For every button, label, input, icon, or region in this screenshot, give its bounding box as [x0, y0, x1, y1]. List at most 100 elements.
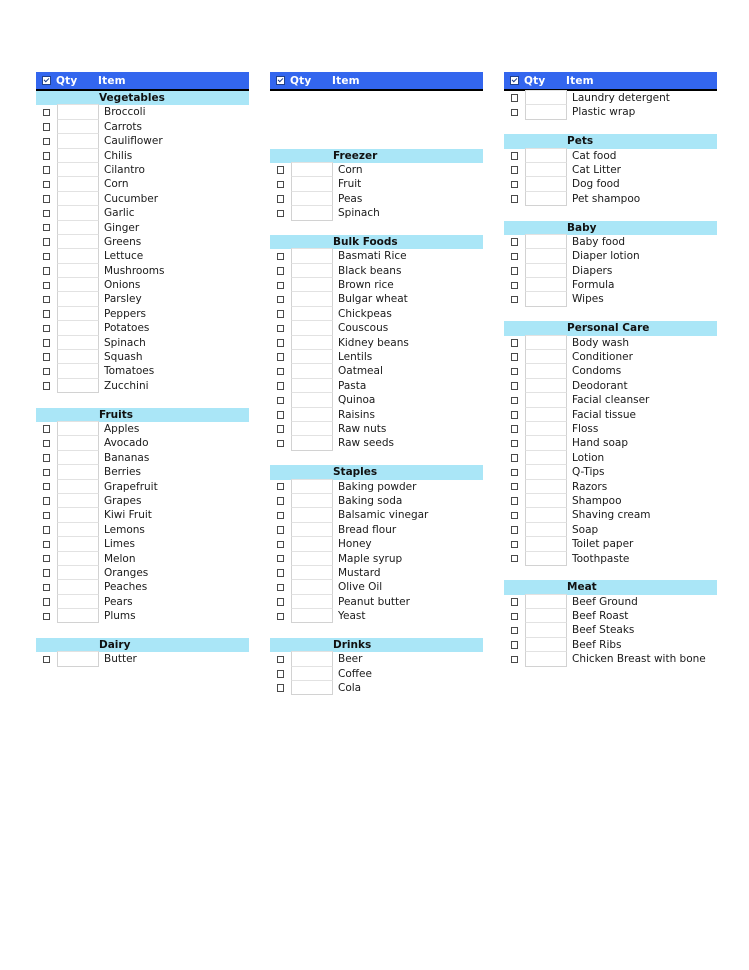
item-checkbox[interactable]	[36, 652, 57, 666]
list-item[interactable]: Limes	[36, 536, 249, 552]
qty-input-cell[interactable]	[57, 205, 99, 221]
list-item[interactable]: Bananas	[36, 449, 249, 466]
item-checkbox[interactable]	[270, 422, 291, 436]
qty-input-cell[interactable]	[57, 507, 99, 523]
item-checkbox[interactable]	[36, 105, 57, 119]
item-checkbox[interactable]	[504, 350, 525, 364]
list-item[interactable]: Laundry detergent	[504, 90, 717, 106]
qty-input-cell[interactable]	[291, 305, 333, 322]
qty-input-cell[interactable]	[525, 608, 567, 624]
item-checkbox[interactable]	[504, 508, 525, 522]
list-item[interactable]: Mushrooms	[36, 262, 249, 279]
item-checkbox[interactable]	[36, 120, 57, 134]
list-item[interactable]: Lettuce	[36, 248, 249, 264]
item-checkbox[interactable]	[36, 235, 57, 249]
item-checkbox[interactable]	[36, 480, 57, 494]
item-checkbox[interactable]	[36, 580, 57, 594]
list-item[interactable]: Bread flour	[270, 521, 483, 538]
item-checkbox[interactable]	[504, 638, 525, 652]
item-checkbox[interactable]	[36, 566, 57, 580]
qty-input-cell[interactable]	[57, 521, 99, 538]
list-item[interactable]: Yeast	[270, 608, 483, 624]
qty-input-cell[interactable]	[291, 349, 333, 365]
list-item[interactable]: Peanut butter	[270, 593, 483, 610]
list-item[interactable]: Condoms	[504, 363, 717, 379]
item-checkbox[interactable]	[270, 192, 291, 206]
qty-input-cell[interactable]	[291, 277, 333, 293]
item-checkbox[interactable]	[504, 264, 525, 278]
qty-input-cell[interactable]	[291, 320, 333, 336]
list-item[interactable]: Couscous	[270, 320, 483, 336]
list-item[interactable]: Cat Litter	[504, 161, 717, 178]
list-item[interactable]: Lotion	[504, 449, 717, 466]
qty-input-cell[interactable]	[525, 651, 567, 667]
item-checkbox[interactable]	[270, 408, 291, 422]
qty-input-cell[interactable]	[525, 190, 567, 207]
list-item[interactable]: Oranges	[36, 564, 249, 581]
list-item[interactable]: Chilis	[36, 147, 249, 163]
item-checkbox[interactable]	[36, 278, 57, 292]
list-item[interactable]: Diapers	[504, 262, 717, 279]
list-item[interactable]: Black beans	[270, 262, 483, 279]
qty-input-cell[interactable]	[57, 233, 99, 250]
qty-input-cell[interactable]	[57, 492, 99, 509]
list-item[interactable]: Quinoa	[270, 392, 483, 408]
item-checkbox[interactable]	[504, 465, 525, 479]
list-item[interactable]: Q-Tips	[504, 464, 717, 480]
list-item[interactable]: Fruit	[270, 176, 483, 192]
list-item[interactable]: Potatoes	[36, 320, 249, 336]
item-checkbox[interactable]	[270, 537, 291, 551]
list-item[interactable]: Pears	[36, 593, 249, 610]
list-item[interactable]: Beef Roast	[504, 608, 717, 624]
item-checkbox[interactable]	[36, 264, 57, 278]
item-checkbox[interactable]	[36, 364, 57, 378]
qty-input-cell[interactable]	[57, 320, 99, 336]
item-checkbox[interactable]	[270, 307, 291, 321]
item-checkbox[interactable]	[504, 408, 525, 422]
item-checkbox[interactable]	[36, 336, 57, 350]
item-checkbox[interactable]	[36, 595, 57, 609]
qty-input-cell[interactable]	[57, 190, 99, 207]
checked-box-icon[interactable]	[36, 76, 56, 85]
qty-input-cell[interactable]	[57, 579, 99, 595]
qty-input-cell[interactable]	[291, 205, 333, 221]
qty-input-cell[interactable]	[525, 392, 567, 408]
qty-input-cell[interactable]	[57, 478, 99, 494]
list-item[interactable]: Lemons	[36, 521, 249, 538]
list-item[interactable]: Avocado	[36, 435, 249, 451]
item-checkbox[interactable]	[504, 523, 525, 537]
list-item[interactable]: Peaches	[36, 579, 249, 595]
item-checkbox[interactable]	[36, 134, 57, 148]
qty-input-cell[interactable]	[57, 262, 99, 279]
item-checkbox[interactable]	[270, 364, 291, 378]
list-item[interactable]: Garlic	[36, 205, 249, 221]
item-checkbox[interactable]	[36, 609, 57, 623]
list-item[interactable]: Brown rice	[270, 277, 483, 293]
qty-input-cell[interactable]	[291, 608, 333, 624]
list-item[interactable]: Peppers	[36, 305, 249, 322]
item-checkbox[interactable]	[36, 149, 57, 163]
list-item[interactable]: Beef Steaks	[504, 622, 717, 638]
list-item[interactable]: Formula	[504, 277, 717, 293]
item-checkbox[interactable]	[270, 292, 291, 306]
qty-input-cell[interactable]	[57, 133, 99, 149]
qty-input-cell[interactable]	[291, 564, 333, 581]
list-item[interactable]: Onions	[36, 277, 249, 293]
qty-input-cell[interactable]	[525, 176, 567, 192]
qty-input-cell[interactable]	[525, 233, 567, 250]
list-item[interactable]: Pasta	[270, 377, 483, 394]
list-item[interactable]: Baby food	[504, 233, 717, 250]
list-item[interactable]: Basmati Rice	[270, 248, 483, 264]
qty-input-cell[interactable]	[57, 435, 99, 451]
list-item[interactable]: Kiwi Fruit	[36, 507, 249, 523]
qty-input-cell[interactable]	[525, 478, 567, 494]
item-checkbox[interactable]	[270, 566, 291, 580]
item-checkbox[interactable]	[504, 436, 525, 450]
list-item[interactable]: Baking soda	[270, 492, 483, 509]
list-item[interactable]: Razors	[504, 478, 717, 494]
list-item[interactable]: Lentils	[270, 349, 483, 365]
qty-input-cell[interactable]	[525, 363, 567, 379]
item-checkbox[interactable]	[504, 91, 525, 105]
item-checkbox[interactable]	[36, 552, 57, 566]
list-item[interactable]: Dog food	[504, 176, 717, 192]
